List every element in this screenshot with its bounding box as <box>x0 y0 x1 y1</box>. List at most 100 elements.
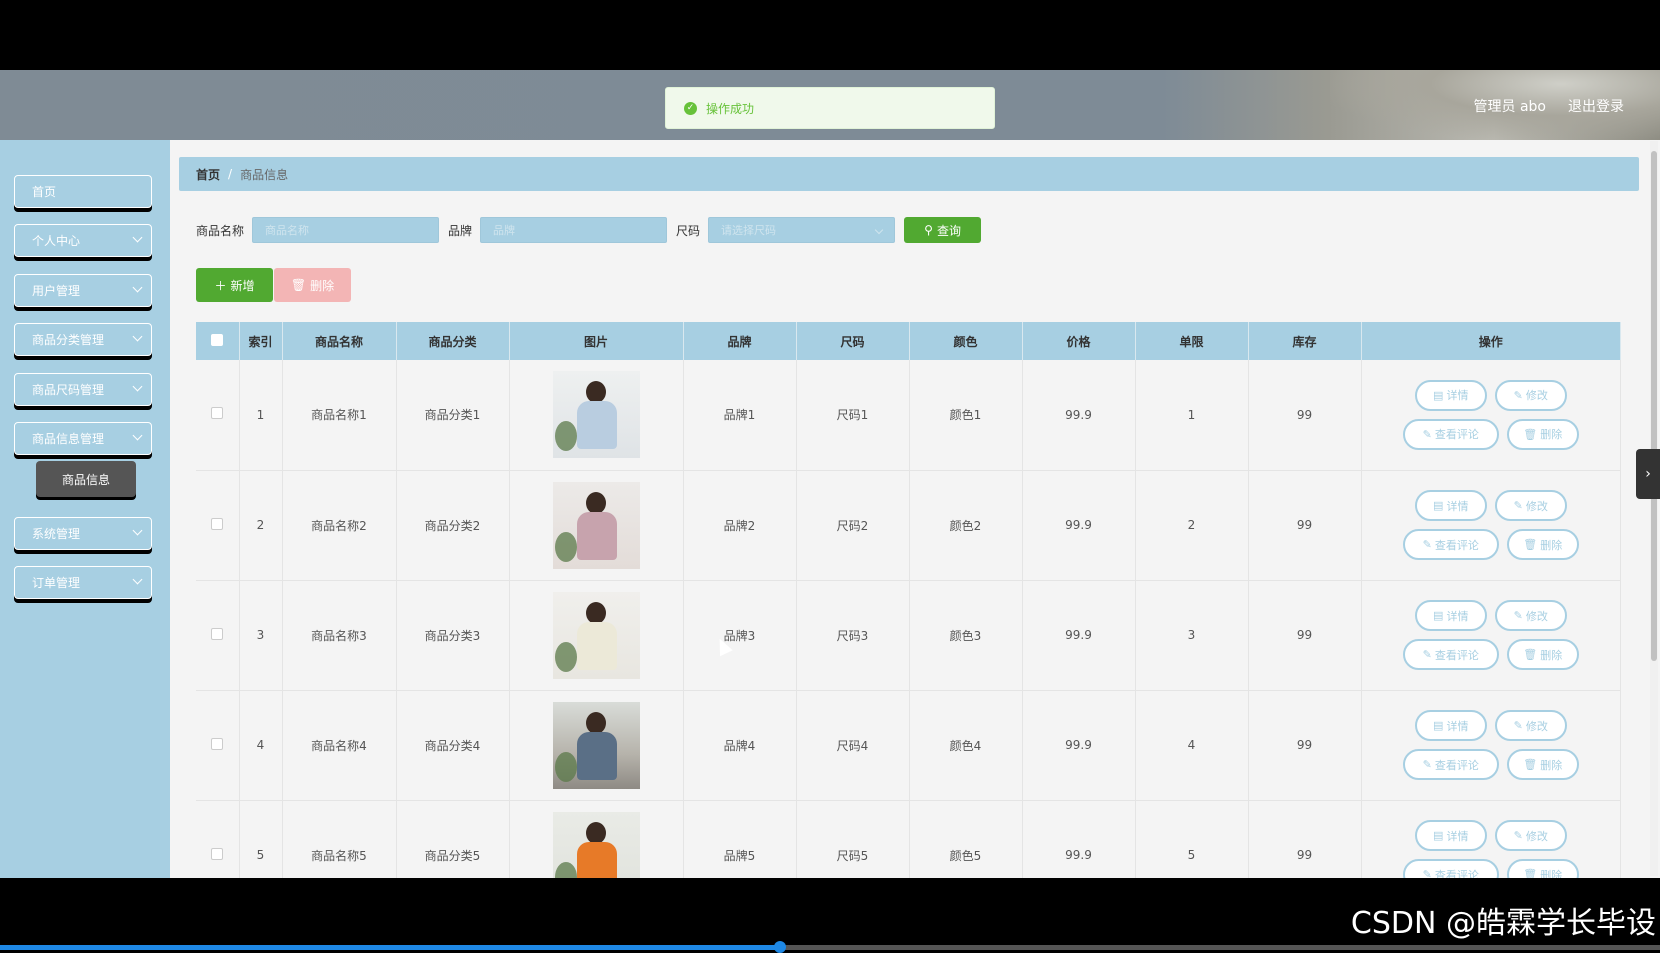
cell-image <box>509 360 684 471</box>
brand-label: 品牌 <box>448 223 473 238</box>
row-checkbox[interactable] <box>211 407 224 420</box>
comments-label: 查看评论 <box>1434 648 1479 662</box>
row-delete-button[interactable]: 🗑 删除 <box>1506 639 1579 670</box>
chevron-down-icon <box>132 525 143 536</box>
size-select[interactable]: 请选择尺码 <box>708 217 896 243</box>
batch-delete-button[interactable]: 🗑 删除 <box>274 268 351 302</box>
model-body-shape <box>576 621 617 670</box>
query-button[interactable]: ⚲ 查询 <box>904 217 982 243</box>
sidebar-item-category[interactable]: 商品分类管理 <box>14 323 152 356</box>
detail-button[interactable]: ▤ 详情 <box>1414 820 1487 851</box>
view-comments-button[interactable]: ✎ 查看评论 <box>1402 639 1499 670</box>
cell-category: 商品分类3 <box>396 580 510 691</box>
cell-brand: 品牌3 <box>683 580 797 691</box>
cell-image <box>509 800 684 878</box>
brand-input[interactable]: 品牌 <box>480 217 668 243</box>
detail-button[interactable]: ▤ 详情 <box>1414 379 1487 411</box>
cell-ops: ▤ 详情 ✎ 修改 ✎ 查看评论 🗑 删除 <box>1361 800 1621 878</box>
sidebar-subitem-product-info[interactable]: 商品信息 <box>36 461 136 497</box>
row-checkbox[interactable] <box>211 517 224 530</box>
edit-label: 修改 <box>1525 719 1548 733</box>
detail-button[interactable]: ▤ 详情 <box>1414 600 1487 631</box>
cell-stock: 99 <box>1248 690 1362 801</box>
cell-size: 尺码4 <box>796 690 910 801</box>
cell-brand: 品牌2 <box>683 470 797 581</box>
edit-button[interactable]: ✎ 修改 <box>1494 379 1567 411</box>
cell-price: 99.9 <box>1022 580 1136 691</box>
sidebar-item-orders[interactable]: 订单管理 <box>14 566 152 599</box>
cell-color: 颜色4 <box>909 690 1023 801</box>
view-comments-button[interactable]: ✎ 查看评论 <box>1402 529 1499 560</box>
sidebar-item-label: 商品信息管理 <box>32 432 105 446</box>
sidebar-item-label: 商品分类管理 <box>32 333 105 347</box>
plus-icon: ＋ <box>214 278 227 293</box>
view-comments-button[interactable]: ✎ 查看评论 <box>1402 859 1499 878</box>
page-scrollbar[interactable] <box>1650 141 1658 876</box>
sidebar-item-users[interactable]: 用户管理 <box>14 274 152 307</box>
edit-label: 修改 <box>1525 389 1548 403</box>
table-row[interactable]: 2 商品名称2 商品分类2 品牌2 尺码2 颜色2 99.9 2 99 ▤ 详情 ✎ 修改 ✎ 查看… <box>196 470 1621 581</box>
row-checkbox[interactable] <box>211 847 224 860</box>
edit-button[interactable]: ✎ 修改 <box>1494 490 1567 521</box>
progress-knob[interactable] <box>774 941 787 953</box>
detail-button[interactable]: ▤ 详情 <box>1414 490 1487 521</box>
logout-link[interactable]: 退出登录 <box>1568 96 1624 116</box>
cell-category: 商品分类1 <box>396 360 510 471</box>
cell-index: 2 <box>239 470 283 581</box>
product-photo <box>552 811 640 878</box>
col-color: 颜色 <box>909 322 1023 360</box>
view-comments-button[interactable]: ✎ 查看评论 <box>1402 749 1499 780</box>
scrollbar-thumb[interactable] <box>1651 151 1657 661</box>
expand-panel-tab[interactable]: › <box>1636 449 1660 499</box>
row-delete-button[interactable]: 🗑 删除 <box>1506 529 1579 560</box>
detail-label: 详情 <box>1446 389 1469 403</box>
row-delete-button[interactable]: 🗑 删除 <box>1506 749 1579 780</box>
col-image: 图片 <box>509 322 684 360</box>
cell-color: 颜色3 <box>909 580 1023 691</box>
model-head-shape <box>585 821 606 844</box>
breadcrumb-home[interactable]: 首页 <box>196 166 220 183</box>
cell-name: 商品名称3 <box>282 580 397 691</box>
select-all-checkbox[interactable] <box>211 333 224 346</box>
cell-color: 颜色2 <box>909 470 1023 581</box>
sidebar-item-home[interactable]: 首页 <box>14 175 152 208</box>
row-delete-label: 删除 <box>1540 428 1563 442</box>
name-input[interactable]: 商品名称 <box>252 217 440 243</box>
edit-button[interactable]: ✎ 修改 <box>1494 820 1567 851</box>
row-delete-button[interactable]: 🗑 删除 <box>1506 418 1579 450</box>
sidebar-item-size[interactable]: 商品尺码管理 <box>14 373 152 406</box>
watermark: CSDN @皓霖学长毕设 <box>1350 906 1656 941</box>
cell-stock: 99 <box>1248 360 1362 471</box>
view-comments-button[interactable]: ✎ 查看评论 <box>1402 418 1499 450</box>
document-icon: ▤ <box>1433 719 1444 732</box>
table-row[interactable]: 3 商品名称3 商品分类3 品牌3 尺码3 颜色3 99.9 3 99 ▤ 详情 ✎ 修改 ✎ 查看… <box>196 580 1621 691</box>
cell-category: 商品分类2 <box>396 470 510 581</box>
breadcrumb: 首页 / 商品信息 <box>179 157 1639 191</box>
chevron-down-icon <box>132 430 143 441</box>
trash-icon: 🗑 <box>1523 868 1538 878</box>
table-row[interactable]: 5 商品名称5 商品分类5 品牌5 尺码5 颜色5 99.9 5 99 ▤ 详情 ✎ 修改 ✎ 查看… <box>196 800 1621 878</box>
chevron-down-icon <box>132 232 143 243</box>
sidebar-item-product-info[interactable]: 商品信息管理 <box>14 422 152 455</box>
video-progress-bar[interactable] <box>0 941 1660 953</box>
row-checkbox[interactable] <box>211 737 224 750</box>
plant-shape <box>554 861 577 878</box>
model-head-shape <box>585 381 606 404</box>
add-button[interactable]: ＋ 新增 <box>196 268 273 302</box>
edit-button[interactable]: ✎ 修改 <box>1494 600 1567 631</box>
trash-icon: 🗑 <box>290 278 307 292</box>
edit-button[interactable]: ✎ 修改 <box>1494 710 1567 741</box>
table-row[interactable]: 4 商品名称4 商品分类4 品牌4 尺码4 颜色4 99.9 4 99 ▤ 详情 ✎ 修改 ✎ 查看… <box>196 690 1621 801</box>
cell-index: 3 <box>239 580 283 691</box>
cell-ops: ▤ 详情 ✎ 修改 ✎ 查看评论 🗑 删除 <box>1361 470 1621 581</box>
detail-button[interactable]: ▤ 详情 <box>1414 710 1487 741</box>
product-photo <box>552 591 640 679</box>
sidebar-item-profile[interactable]: 个人中心 <box>14 224 152 257</box>
document-icon: ▤ <box>1433 609 1444 622</box>
row-checkbox-cell <box>196 800 240 878</box>
row-delete-button[interactable]: 🗑 删除 <box>1506 859 1579 878</box>
row-checkbox[interactable] <box>211 627 224 640</box>
cell-limit: 5 <box>1135 800 1249 878</box>
table-row[interactable]: 1 商品名称1 商品分类1 品牌1 尺码1 颜色1 99.9 1 99 ▤ 详情 ✎ 修改 ✎ 查看… <box>196 360 1621 471</box>
sidebar-item-system[interactable]: 系统管理 <box>14 517 152 550</box>
